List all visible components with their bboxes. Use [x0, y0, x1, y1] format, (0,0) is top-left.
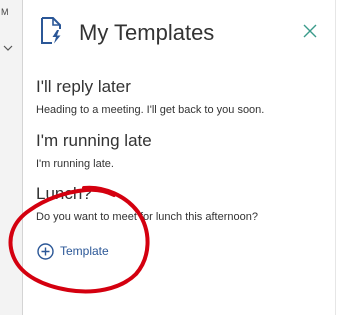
add-template-label: Template: [60, 244, 109, 258]
template-body: Do you want to meet for lunch this after…: [36, 211, 258, 223]
template-body: I'm running late.: [36, 158, 114, 170]
plus-circle-icon: [37, 242, 54, 260]
close-icon[interactable]: [302, 23, 318, 39]
pane-title: My Templates: [79, 20, 215, 45]
template-item[interactable]: I'm running late I'm running late.: [36, 131, 326, 171]
template-title: Lunch?: [36, 184, 92, 203]
template-item[interactable]: I'll reply later Heading to a meeting. I…: [36, 77, 326, 117]
template-title: I'm running late: [36, 131, 152, 150]
app-window: M My Templates I'll reply later Heading …: [0, 0, 337, 315]
template-body: Heading to a meeting. I'll get back to y…: [36, 104, 265, 116]
template-item[interactable]: Lunch? Do you want to meet for lunch thi…: [36, 184, 326, 224]
host-app-strip: M: [0, 0, 22, 315]
add-template-button[interactable]: Template: [37, 241, 109, 261]
host-strip-letter: M: [1, 7, 9, 17]
chevron-down-icon[interactable]: [3, 44, 13, 52]
document-lightning-icon: [41, 17, 61, 44]
templates-task-pane: My Templates I'll reply later Heading to…: [22, 0, 336, 315]
pane-header: My Templates: [23, 0, 335, 64]
template-title: I'll reply later: [36, 77, 131, 96]
